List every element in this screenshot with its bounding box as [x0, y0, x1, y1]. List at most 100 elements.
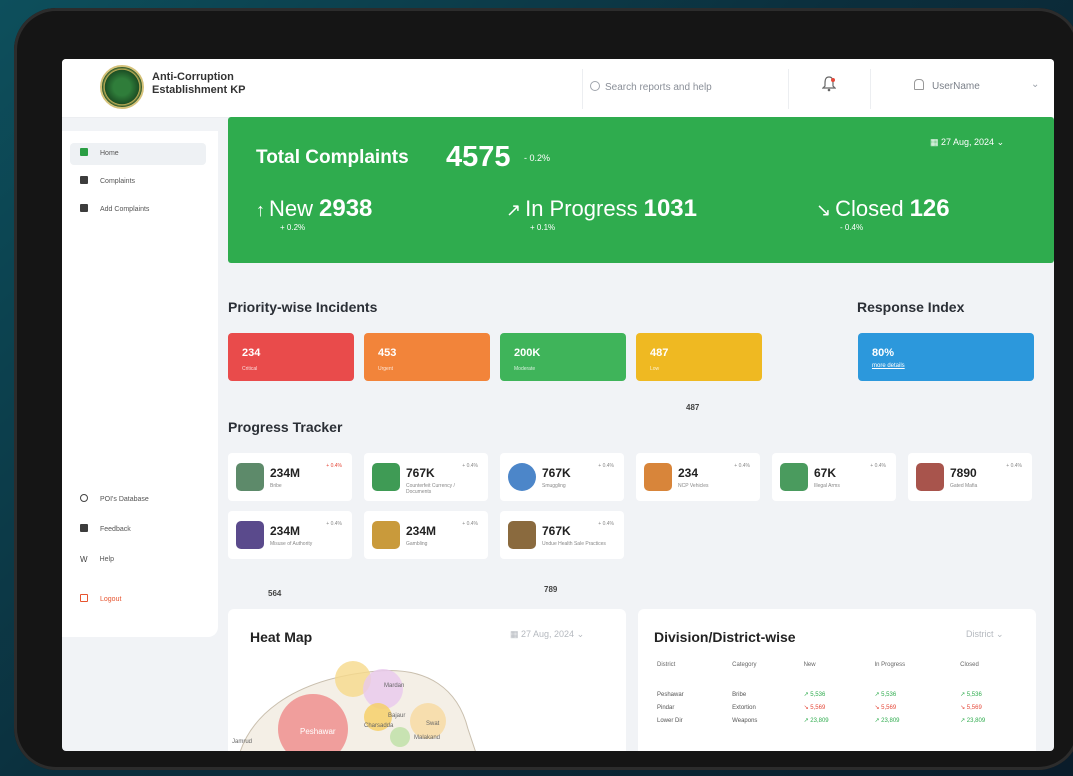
arrow-down-right-icon: ↘ [816, 200, 832, 220]
priority-label: Moderate [514, 366, 536, 372]
stat-closed: ↘ Closed 126 - 0.4% [816, 195, 950, 232]
tracker-value: 234 [678, 466, 699, 480]
tracker-tile-bribe[interactable]: 234M Bribe + 0.4% [228, 453, 352, 501]
map-label: Charsadda [364, 723, 394, 729]
home-icon [80, 148, 88, 156]
cell-category: Weapons [732, 717, 758, 724]
tracker-label: Undue Health Sale Practices [542, 541, 606, 547]
total-complaints-value: 4575 [446, 141, 511, 173]
tracker-below-value: 564 [268, 589, 282, 598]
heat-circle [363, 669, 403, 709]
sidebar-item-help[interactable]: W Help [70, 549, 206, 571]
tracker-delta: + 0.4% [1006, 463, 1022, 469]
priority-card-critical[interactable]: 234 Critical [228, 333, 354, 381]
tracker-label: NCP Vehicles [678, 483, 709, 489]
tracker-label: Counterfeit Currency / Documents [406, 483, 455, 495]
map-label: Malakand [414, 735, 441, 741]
sidebar-item-feedback[interactable]: Feedback [70, 519, 206, 541]
divider [788, 69, 789, 109]
sidebar-item-pois-database[interactable]: POI's Database [70, 489, 206, 511]
notification-bell-icon[interactable] [822, 76, 836, 92]
response-index-link[interactable]: more details [872, 363, 905, 369]
stat-in-progress: ↗ In Progress 1031 + 0.1% [506, 195, 697, 232]
table-row[interactable]: Peshawar Bribe ↗ 5,536 ↗ 5,536 ↗ 5,536 [656, 688, 1030, 701]
tracker-tile-smuggling[interactable]: 767K Smuggling + 0.4% [500, 453, 624, 501]
sidebar-item-label: Add Complaints [100, 206, 150, 213]
tracker-delta: + 0.4% [734, 463, 750, 469]
vehicle-icon [644, 463, 672, 491]
tracker-tile-illegal-arms[interactable]: 67K Illegal Arms + 0.4% [772, 453, 896, 501]
priority-value: 234 [242, 347, 261, 359]
column-header: Category [732, 662, 757, 668]
cell-new: ↗ 23,809 [803, 718, 829, 724]
heat-map-date-picker[interactable]: ▦ 27 Aug, 2024 ⌄ [510, 629, 584, 640]
table-row[interactable]: Pindar Extortion ↘ 5,569 ↘ 5,569 ↘ 5,569 [656, 701, 1030, 714]
district-filter[interactable]: District ⌄ [966, 629, 1004, 640]
tracker-tile-misuse-authority[interactable]: 234M Misuse of Authority + 0.4% [228, 511, 352, 559]
tracker-delta: + 0.4% [598, 521, 614, 527]
arrow-up-icon: ↑ [256, 200, 265, 220]
sidebar-item-label: Help [99, 556, 114, 563]
cell-progress: ↘ 5,569 [874, 705, 897, 711]
tracker-tile-counterfeit[interactable]: 767K Counterfeit Currency / Documents + … [364, 453, 488, 501]
search-box[interactable]: Search reports and help [590, 81, 712, 93]
tracker-label: Smuggling [542, 483, 566, 489]
logout-button[interactable]: Logout [70, 589, 206, 611]
date-picker[interactable]: ▦ 27 Aug, 2024 ⌄ [930, 137, 1004, 148]
district-table: District Category New In Progress Closed… [656, 655, 1030, 727]
tracker-label: Gambling [406, 541, 428, 547]
chevron-down-icon[interactable]: ⌄ [1031, 79, 1039, 90]
org-name-line1: Anti-Corruption [152, 71, 234, 83]
priority-below-value: 487 [686, 403, 700, 412]
summary-banner: Total Complaints 4575 - 0.2% ▦ 27 Aug, 2… [228, 117, 1054, 263]
column-header: In Progress [874, 662, 906, 668]
priority-card-urgent[interactable]: 453 Urgent [364, 333, 490, 381]
heat-map-panel: Heat Map ▦ 27 Aug, 2024 ⌄ Peshawar Marda… [228, 609, 626, 751]
globe-icon [508, 463, 536, 491]
tracker-tile-gated-mafia[interactable]: 7890 Gated Mafia + 0.4% [908, 453, 1032, 501]
cell-progress: ↗ 23,809 [874, 718, 900, 724]
priority-card-low[interactable]: 487 Low [636, 333, 762, 381]
dice-icon [372, 521, 400, 549]
priority-value: 200K [514, 347, 541, 359]
tracker-tile-ncp-vehicles[interactable]: 234 NCP Vehicles + 0.4% [636, 453, 760, 501]
tracker-below-value: 789 [544, 585, 558, 594]
stat-new-value: 2938 [319, 195, 373, 222]
counterfeit-money-icon [372, 463, 400, 491]
table-row[interactable]: Lower Dir Weapons ↗ 23,809 ↗ 23,809 ↗ 23… [656, 714, 1030, 727]
tracker-tile-gambling[interactable]: 234M Gambling + 0.4% [364, 511, 488, 559]
tracker-label: Gated Mafia [950, 483, 978, 489]
cell-district: Peshawar [657, 691, 684, 698]
priority-card-moderate[interactable]: 200K Moderate [500, 333, 626, 381]
cell-closed: ↘ 5,569 [960, 705, 982, 711]
user-menu[interactable]: UserName [914, 79, 980, 92]
sidebar-item-complaints[interactable]: Complaints [70, 171, 206, 193]
top-bar: Anti-Corruption Establishment KP Search … [62, 59, 1054, 118]
sidebar-item-home[interactable]: Home [70, 143, 206, 165]
map-label: Jamrud [232, 739, 253, 745]
priority-label: Low [650, 366, 660, 372]
search-icon [590, 81, 600, 91]
table-header-row: District Category New In Progress Closed [656, 655, 1030, 675]
app-screen: Anti-Corruption Establishment KP Search … [62, 59, 1054, 751]
sidebar-item-label: Complaints [100, 178, 136, 185]
sidebar-item-add-complaints[interactable]: Add Complaints [70, 199, 206, 221]
progress-tracker-title: Progress Tracker [228, 419, 343, 435]
tracker-value: 67K [814, 466, 837, 480]
tracker-tile-health-sale[interactable]: 767K Undue Health Sale Practices + 0.4% [500, 511, 624, 559]
cell-closed: ↗ 23,809 [960, 718, 986, 724]
stat-new-delta: + 0.2% [280, 223, 306, 232]
heat-map-date: 27 Aug, 2024 [521, 629, 575, 639]
tracker-label: Bribe [270, 483, 282, 489]
cell-category: Extortion [732, 704, 756, 711]
total-complaints-delta: - 0.2% [524, 153, 551, 163]
arrow-up-right-icon: ↗ [506, 200, 522, 220]
add-complaint-icon [80, 204, 88, 212]
ace-logo [100, 65, 144, 109]
search-placeholder: Search reports and help [605, 82, 712, 93]
cell-district: Lower Dir [657, 717, 683, 724]
response-index-card[interactable]: 80% more details [858, 333, 1034, 381]
tracker-delta: + 0.4% [462, 521, 478, 527]
user-name: UserName [932, 81, 980, 92]
mafia-icon [916, 463, 944, 491]
